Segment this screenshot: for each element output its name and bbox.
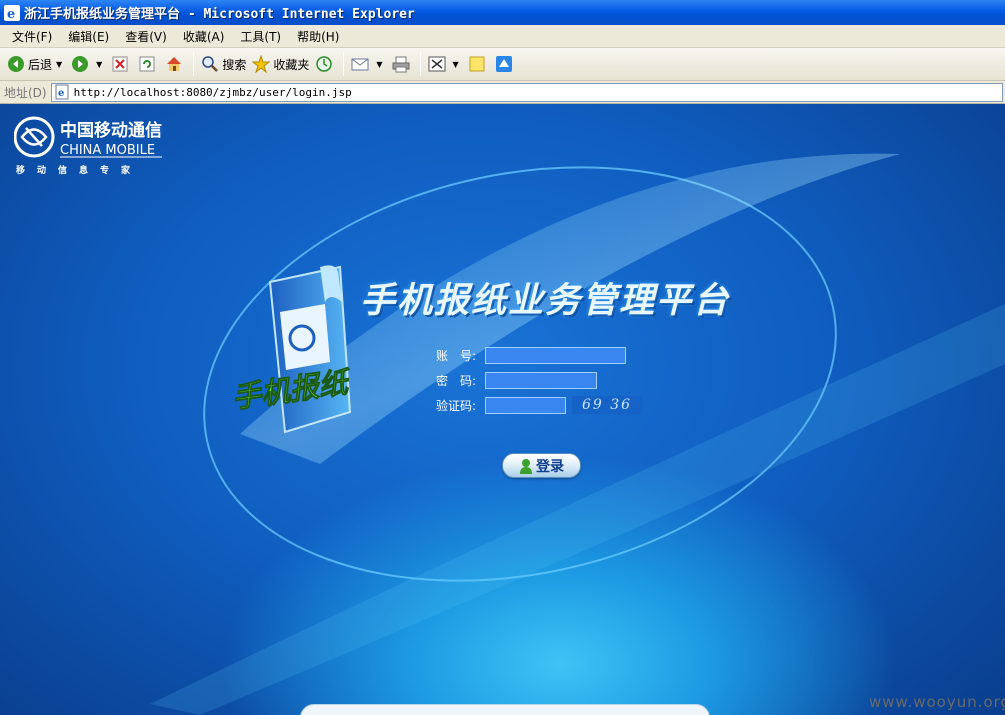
svg-text:CHINA MOBILE: CHINA MOBILE <box>60 143 155 158</box>
mail-dropdown-icon[interactable]: ▼ <box>376 60 382 69</box>
home-button[interactable] <box>162 52 189 76</box>
newspaper-emblem: 手机报纸 <box>230 262 370 445</box>
messenger-icon <box>495 55 513 73</box>
history-button[interactable] <box>312 52 339 76</box>
address-input[interactable]: e http://localhost:8080/zjmbz/user/login… <box>50 82 1003 102</box>
window-title: 浙江手机报纸业务管理平台 - Microsoft Internet Explor… <box>24 7 415 22</box>
edit-icon <box>428 55 446 73</box>
refresh-icon <box>138 55 156 73</box>
login-button[interactable]: 登录 <box>502 453 581 478</box>
footer-bar <box>300 704 710 715</box>
menu-bar: 文件(F) 编辑(E) 查看(V) 收藏(A) 工具(T) 帮助(H) <box>0 25 1005 48</box>
svg-text:e: e <box>7 7 15 20</box>
captcha-input[interactable] <box>485 396 566 414</box>
address-bar: 地址(D) e http://localhost:8080/zjmbz/user… <box>0 81 1005 104</box>
home-icon <box>165 55 183 73</box>
menu-favorites[interactable]: 收藏(A) <box>175 28 233 45</box>
password-label: 密 码: <box>436 373 477 388</box>
app-title: 手机报纸业务管理平台 <box>360 281 731 321</box>
window-titlebar: e 浙江手机报纸业务管理平台 - Microsoft Internet Expl… <box>0 0 1005 25</box>
search-label: 搜索 <box>222 57 247 72</box>
forward-dropdown-icon[interactable]: ▼ <box>96 60 102 69</box>
captcha-label: 验证码: <box>436 398 477 413</box>
toolbar-separator <box>419 52 421 76</box>
login-form: 账 号: 密 码: 验证码: 69 36 <box>436 343 642 418</box>
svg-text:e: e <box>58 88 64 99</box>
logo-slogan: 移动信息专家 <box>16 166 143 176</box>
menu-edit[interactable]: 编辑(E) <box>60 28 117 45</box>
page-content: 中国移动通信 CHINA MOBILE 移动信息专家 手机报纸 手机报纸业务管理… <box>0 104 1005 715</box>
toolbar-separator <box>193 52 195 76</box>
messenger-button[interactable] <box>492 52 519 76</box>
stop-icon <box>111 55 129 73</box>
mail-button[interactable] <box>348 52 375 76</box>
toolbar-separator <box>343 52 345 76</box>
account-label: 账 号: <box>436 348 477 363</box>
forward-button[interactable] <box>68 52 95 76</box>
password-row: 密 码: <box>436 368 642 392</box>
search-icon <box>201 55 219 73</box>
account-input[interactable] <box>485 346 626 364</box>
password-input[interactable] <box>485 371 597 389</box>
stop-button[interactable] <box>108 52 135 76</box>
forward-arrow-icon <box>71 55 89 73</box>
back-button[interactable]: 后退 <box>4 52 55 76</box>
favorites-button[interactable]: 收藏夹 <box>249 52 312 76</box>
address-url: http://localhost:8080/zjmbz/user/login.j… <box>73 85 352 99</box>
edit-button[interactable] <box>425 52 452 76</box>
back-label: 后退 <box>28 57 53 72</box>
mail-icon <box>351 55 369 73</box>
history-icon <box>315 55 333 73</box>
captcha-image[interactable]: 69 36 <box>572 396 642 414</box>
user-icon <box>519 458 533 474</box>
captcha-row: 验证码: 69 36 <box>436 393 642 417</box>
toolbar: 后退 ▼ ▼ 搜索 收藏夹 ▼ ▼ <box>0 48 1005 81</box>
svg-text:中国移动通信: 中国移动通信 <box>60 120 162 141</box>
edit-dropdown-icon[interactable]: ▼ <box>453 60 459 69</box>
watermark: www.wooyun.org <box>869 693 1005 711</box>
menu-help[interactable]: 帮助(H) <box>289 28 347 45</box>
back-arrow-icon <box>7 55 25 73</box>
page-icon: e <box>54 84 70 100</box>
login-label: 登录 <box>536 458 564 475</box>
note-button[interactable] <box>465 52 492 76</box>
menu-tools[interactable]: 工具(T) <box>232 28 289 45</box>
account-row: 账 号: <box>436 343 642 367</box>
menu-view[interactable]: 查看(V) <box>117 28 175 45</box>
note-icon <box>468 55 486 73</box>
print-button[interactable] <box>389 52 416 76</box>
star-icon <box>252 55 271 73</box>
ie-icon: e <box>4 4 20 21</box>
search-button[interactable]: 搜索 <box>198 52 249 76</box>
china-mobile-logo: 中国移动通信 CHINA MOBILE <box>13 116 174 165</box>
back-dropdown-icon[interactable]: ▼ <box>56 60 62 69</box>
favorites-label: 收藏夹 <box>273 57 310 72</box>
refresh-button[interactable] <box>135 52 162 76</box>
address-label: 地址(D) <box>4 85 47 100</box>
printer-icon <box>392 55 410 73</box>
menu-file[interactable]: 文件(F) <box>4 28 60 45</box>
